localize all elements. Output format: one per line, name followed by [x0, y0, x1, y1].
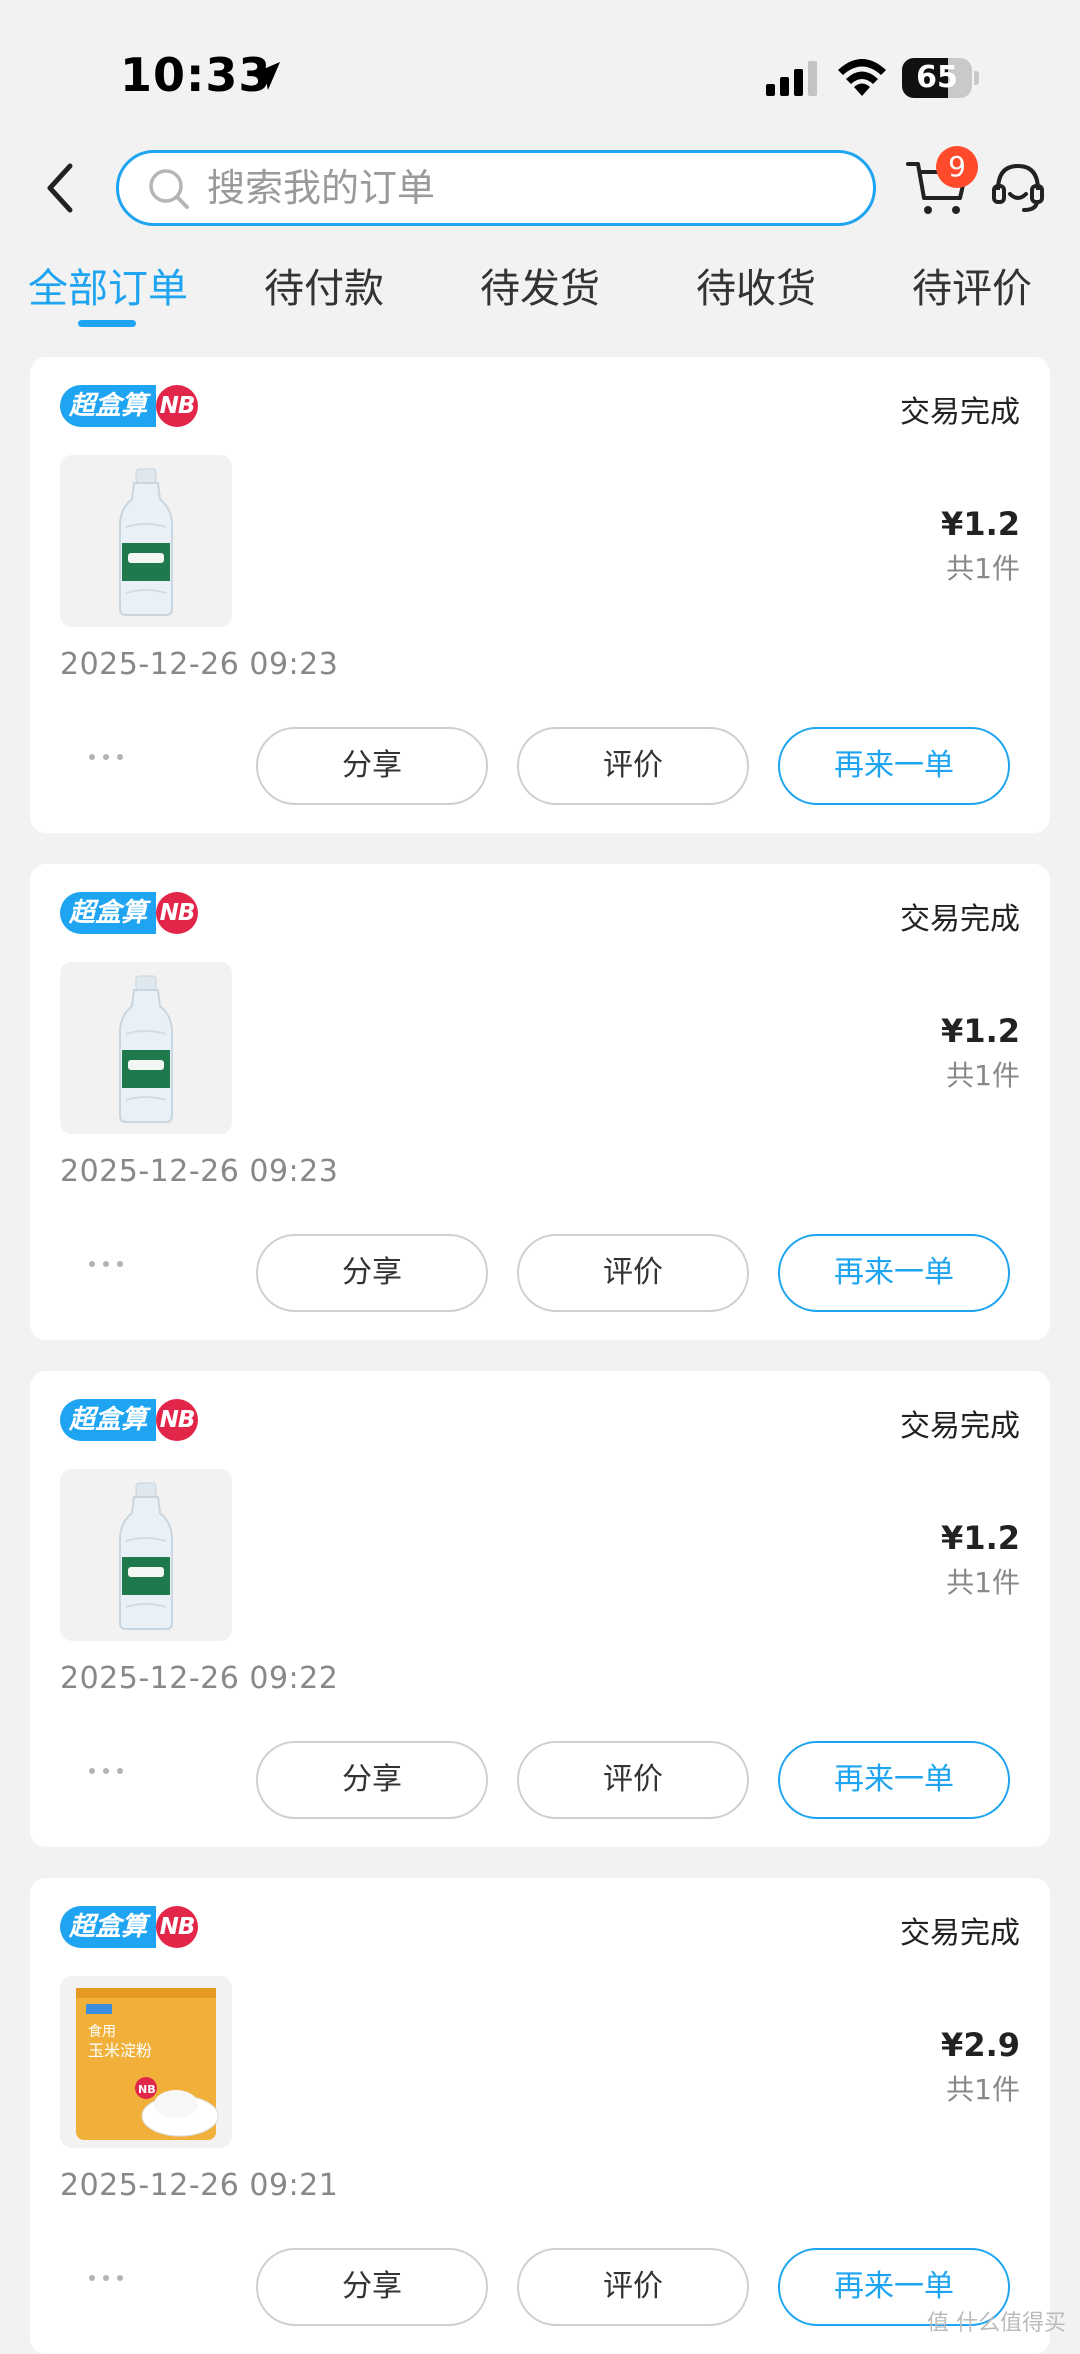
- battery-indicator: 65: [902, 58, 980, 98]
- more-options-icon[interactable]: [86, 1763, 126, 1779]
- reorder-button[interactable]: 再来一单: [778, 1741, 1010, 1819]
- store-logo-badge: NB: [156, 385, 198, 427]
- store-name: 超盒算: [60, 1906, 156, 1948]
- order-time: 2025-12-26 09:21: [60, 2168, 339, 2203]
- share-button[interactable]: 分享: [256, 2248, 488, 2326]
- svg-text:NB: NB: [138, 2083, 156, 2096]
- more-options-icon[interactable]: [86, 749, 126, 765]
- order-quantity: 共1件: [946, 1566, 1020, 1599]
- product-thumbnail[interactable]: [60, 1469, 232, 1641]
- order-time: 2025-12-26 09:22: [60, 1661, 339, 1696]
- order-price: ¥1.2: [941, 1519, 1020, 1557]
- review-button[interactable]: 评价: [517, 727, 749, 805]
- order-price: ¥1.2: [941, 1012, 1020, 1050]
- tab-pending-receipt[interactable]: 待收货: [696, 256, 816, 314]
- order-time: 2025-12-26 09:23: [60, 1154, 339, 1189]
- back-button[interactable]: [36, 160, 86, 216]
- store-name: 超盒算: [60, 892, 156, 934]
- order-card[interactable]: 超盒算 NB 交易完成 食用 玉米淀粉 NB ¥2.9 共1件 2025-12-26…: [30, 1878, 1050, 2354]
- product-thumbnail[interactable]: [60, 962, 232, 1134]
- tab-pending-payment[interactable]: 待付款: [264, 256, 384, 314]
- order-price: ¥1.2: [941, 505, 1020, 543]
- share-button[interactable]: 分享: [256, 1234, 488, 1312]
- review-button[interactable]: 评价: [517, 1741, 749, 1819]
- water-bottle-image: [119, 1482, 173, 1630]
- more-options-icon[interactable]: [86, 1256, 126, 1272]
- location-arrow-icon: [252, 62, 280, 90]
- tab-pending-review[interactable]: 待评价: [912, 256, 1032, 314]
- order-tabs: 全部订单 待付款 待发货 待收货 待评价: [0, 250, 1080, 330]
- store-name: 超盒算: [60, 1399, 156, 1441]
- corn-starch-bag-image: 食用玉米淀粉 NB: [76, 1988, 219, 2140]
- watermark: 值 什么值得买: [927, 2311, 1066, 2336]
- review-button[interactable]: 评价: [517, 1234, 749, 1312]
- search-icon: [149, 169, 189, 209]
- customer-service-icon[interactable]: [990, 160, 1046, 216]
- order-quantity: 共1件: [946, 552, 1020, 585]
- product-thumbnail[interactable]: [60, 455, 232, 627]
- water-bottle-image: [119, 975, 173, 1123]
- order-status: 交易完成: [900, 1409, 1020, 1444]
- order-quantity: 共1件: [946, 1059, 1020, 1092]
- order-status: 交易完成: [900, 395, 1020, 430]
- water-bottle-image: [119, 468, 173, 616]
- more-options-icon[interactable]: [86, 2270, 126, 2286]
- store-logo-badge: NB: [156, 1906, 198, 1948]
- svg-text:玉米淀粉: 玉米淀粉: [88, 2041, 152, 2060]
- cellular-signal-icon: [766, 61, 817, 96]
- tab-pending-shipment[interactable]: 待发货: [480, 256, 600, 314]
- order-status: 交易完成: [900, 902, 1020, 937]
- order-status: 交易完成: [900, 1916, 1020, 1951]
- store-logo-badge: NB: [156, 1399, 198, 1441]
- reorder-button[interactable]: 再来一单: [778, 1234, 1010, 1312]
- order-time: 2025-12-26 09:23: [60, 647, 339, 682]
- order-quantity: 共1件: [946, 2073, 1020, 2106]
- order-card[interactable]: 超盒算 NB 交易完成 ¥1.2 共1件 2025-12-26 09:23 分享…: [30, 357, 1050, 833]
- store-name: 超盒算: [60, 385, 156, 427]
- reorder-button[interactable]: 再来一单: [778, 727, 1010, 805]
- cart-badge: 9: [936, 146, 978, 188]
- tab-active-indicator: [78, 320, 136, 327]
- order-card[interactable]: 超盒算 NB 交易完成 ¥1.2 共1件 2025-12-26 09:23 分享…: [30, 864, 1050, 1340]
- review-button[interactable]: 评价: [517, 2248, 749, 2326]
- share-button[interactable]: 分享: [256, 727, 488, 805]
- store-logo-badge: NB: [156, 892, 198, 934]
- order-price: ¥2.9: [941, 2026, 1020, 2064]
- search-input[interactable]: 搜索我的订单: [116, 150, 876, 226]
- battery-level: 65: [916, 60, 958, 95]
- share-button[interactable]: 分享: [256, 1741, 488, 1819]
- status-bar: 10:33 65: [0, 0, 1080, 150]
- order-card[interactable]: 超盒算 NB 交易完成 ¥1.2 共1件 2025-12-26 09:22 分享…: [30, 1371, 1050, 1847]
- product-thumbnail[interactable]: 食用 玉米淀粉 NB: [60, 1976, 232, 2148]
- svg-text:食用: 食用: [88, 2023, 116, 2040]
- tab-all-orders[interactable]: 全部订单: [28, 256, 188, 314]
- search-placeholder: 搜索我的订单: [207, 166, 436, 210]
- wifi-icon: [838, 59, 886, 96]
